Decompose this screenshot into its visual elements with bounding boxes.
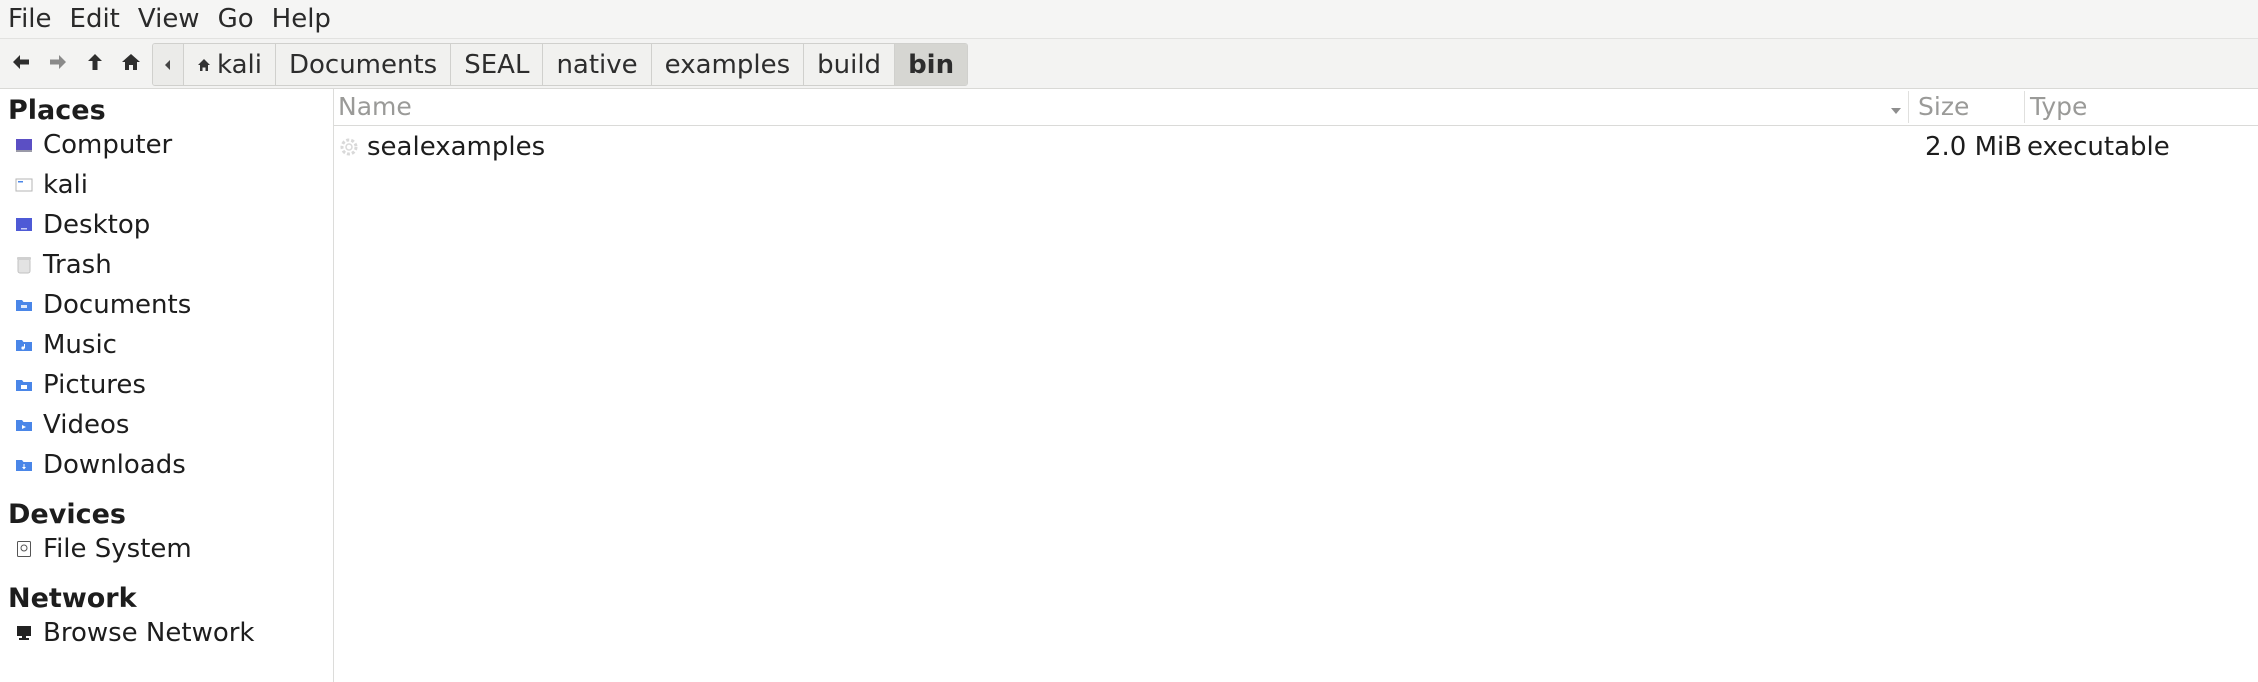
sidebar-item-label: Downloads: [43, 450, 186, 480]
forward-arrow-icon: [50, 55, 66, 69]
sidebar-header-network: Network: [8, 583, 137, 614]
sidebar-item-music[interactable]: Music: [14, 327, 117, 363]
breadcrumb-documents[interactable]: Documents: [274, 44, 451, 85]
back-button[interactable]: [6, 47, 36, 77]
breadcrumb-scroll-left-button[interactable]: [153, 44, 183, 85]
file-type: executable: [2027, 132, 2170, 162]
sidebar-item-label: Music: [43, 330, 117, 360]
sidebar-header-places: Places: [8, 95, 106, 126]
computer-icon: [14, 135, 34, 155]
breadcrumb-seal[interactable]: SEAL: [450, 44, 543, 85]
back-arrow-icon: [13, 55, 29, 69]
sidebar-item-pictures[interactable]: Pictures: [14, 367, 146, 403]
file-size: 2.0 MiB: [1925, 132, 2023, 162]
home-folder-icon: [14, 175, 34, 195]
sidebar-item-kali[interactable]: kali: [14, 167, 88, 203]
sidebar-item-label: Documents: [43, 290, 192, 320]
menu-go[interactable]: Go: [209, 0, 263, 38]
sidebar-item-downloads[interactable]: Downloads: [14, 447, 186, 483]
network-icon: [14, 623, 34, 643]
sidebar-item-label: Trash: [43, 250, 112, 280]
music-folder-icon: [14, 335, 34, 355]
toolbar: kali Documents SEAL native examples buil…: [0, 39, 2258, 89]
column-header-type[interactable]: Type: [2030, 89, 2087, 125]
breadcrumb-label: kali: [217, 49, 262, 80]
documents-folder-icon: [14, 295, 34, 315]
chevron-left-icon: [165, 59, 170, 70]
sidebar-item-trash[interactable]: Trash: [14, 247, 112, 283]
desktop-icon: [14, 215, 34, 235]
executable-icon: [338, 136, 360, 162]
sidebar-item-label: Computer: [43, 130, 173, 160]
menu-bar: File Edit View Go Help: [0, 0, 2258, 39]
breadcrumb-examples[interactable]: examples: [650, 44, 804, 85]
drive-icon: [14, 539, 34, 559]
sidebar-item-label: Videos: [43, 410, 130, 440]
column-header-size[interactable]: Size: [1918, 89, 1969, 125]
column-divider[interactable]: [2024, 91, 2025, 123]
forward-button[interactable]: [43, 47, 73, 77]
up-arrow-icon: [88, 54, 102, 70]
column-divider[interactable]: [1908, 91, 1909, 123]
sidebar-item-videos[interactable]: Videos: [14, 407, 129, 443]
menu-file[interactable]: File: [0, 0, 61, 38]
sort-descending-icon: [1890, 101, 1902, 120]
trash-icon: [14, 255, 34, 275]
file-row[interactable]: sealexamples 2.0 MiB executable: [334, 129, 2258, 165]
sidebar-item-desktop[interactable]: Desktop: [14, 207, 150, 243]
sidebar-item-label: File System: [43, 534, 192, 564]
sidebar-item-label: kali: [43, 170, 88, 200]
sidebar-item-browse-network[interactable]: Browse Network: [14, 615, 255, 651]
menu-view[interactable]: View: [129, 0, 209, 38]
home-icon: [122, 54, 140, 70]
pictures-folder-icon: [14, 375, 34, 395]
sidebar-item-documents[interactable]: Documents: [14, 287, 191, 323]
sidebar-item-file-system[interactable]: File System: [14, 531, 192, 567]
sidebar: Places Computer kali Desktop Trash Docum…: [0, 89, 334, 682]
home-button[interactable]: [116, 47, 146, 77]
sidebar-item-label: Desktop: [43, 210, 151, 240]
breadcrumb-bin[interactable]: bin: [894, 44, 968, 85]
column-header-row: Name Size Type: [334, 89, 2258, 126]
breadcrumb-native[interactable]: native: [542, 44, 651, 85]
breadcrumb: kali Documents SEAL native examples buil…: [152, 43, 969, 86]
file-name: sealexamples: [367, 132, 546, 162]
sidebar-item-label: Pictures: [43, 370, 146, 400]
menu-edit[interactable]: Edit: [61, 0, 129, 38]
downloads-folder-icon: [14, 455, 34, 475]
home-icon: [198, 58, 210, 71]
menu-help[interactable]: Help: [263, 0, 340, 38]
sidebar-item-computer[interactable]: Computer: [14, 127, 172, 163]
column-header-name[interactable]: Name: [338, 89, 412, 125]
breadcrumb-kali[interactable]: kali: [183, 44, 275, 85]
sidebar-item-label: Browse Network: [43, 618, 255, 648]
sidebar-header-devices: Devices: [8, 499, 126, 530]
breadcrumb-build[interactable]: build: [803, 44, 895, 85]
up-button[interactable]: [80, 47, 110, 77]
videos-folder-icon: [14, 415, 34, 435]
file-list: Name Size Type sealexamples 2.0 MiB exec…: [334, 89, 2258, 682]
